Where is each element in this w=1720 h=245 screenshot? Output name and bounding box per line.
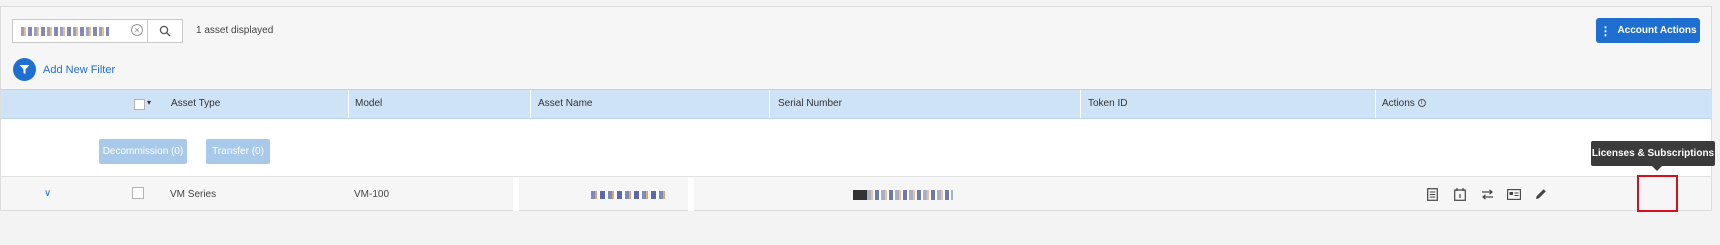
license-card-icon[interactable] [1506,186,1522,202]
search-box[interactable]: × [12,19,148,43]
add-filter-button[interactable] [13,58,36,81]
pencil-icon[interactable] [1533,186,1549,202]
col-asset-type[interactable]: Asset Type [171,90,220,118]
document-icon[interactable] [1424,186,1440,202]
calendar-icon[interactable] [1452,186,1468,202]
decommission-button[interactable]: Decommission (0) [99,139,187,164]
col-actions-label: Actions [1382,98,1415,109]
col-serial-number[interactable]: Serial Number [778,90,842,118]
column-divider [1375,90,1376,118]
tooltip-arrow [1652,166,1662,171]
account-actions-label: Account Actions [1617,25,1697,36]
table-header: ▾ Asset Type Model Asset Name Serial Num… [1,89,1711,119]
clear-search-icon[interactable]: × [131,24,143,36]
column-divider [769,90,770,118]
asset-count-text: 1 asset displayed [196,25,274,36]
info-icon[interactable]: i [1417,99,1426,108]
cell-model: VM-100 [354,189,390,200]
redacted-search-text [21,27,109,36]
col-token-id[interactable]: Token ID [1088,90,1127,118]
column-divider [1080,90,1081,118]
col-model[interactable]: Model [355,90,382,118]
cell-asset-type: VM Series [170,189,217,200]
col-actions: Actions i [1382,90,1426,118]
more-vertical-icon: ⋮ [1599,23,1612,38]
select-all-checkbox[interactable] [134,99,145,110]
highlight-box [1637,175,1678,212]
redacted-serial-number [853,190,953,200]
search-button[interactable] [147,19,183,43]
redacted-asset-name [591,191,665,199]
row-checkbox[interactable] [132,187,144,199]
add-filter-link[interactable]: Add New Filter [43,64,115,76]
bulk-actions-row: Decommission (0) ! Transfer (0) [1,119,1711,176]
col-asset-name[interactable]: Asset Name [538,90,592,118]
transfer-icon[interactable] [1479,186,1495,202]
transfer-button[interactable]: Transfer (0) [206,139,270,164]
column-divider [348,90,349,118]
expand-row-chevron-icon[interactable]: ∨ [44,188,51,199]
row-gap [513,177,519,211]
search-icon [159,25,171,37]
account-actions-button[interactable]: ⋮ Account Actions [1596,18,1700,43]
tooltip: Licenses & Subscriptions [1591,141,1715,166]
row-gap [688,177,694,211]
table-row[interactable]: ∨ VM Series VM-100 [1,176,1711,211]
funnel-icon [19,65,30,74]
column-divider [530,90,531,118]
chevron-down-icon[interactable]: ▾ [147,98,151,107]
